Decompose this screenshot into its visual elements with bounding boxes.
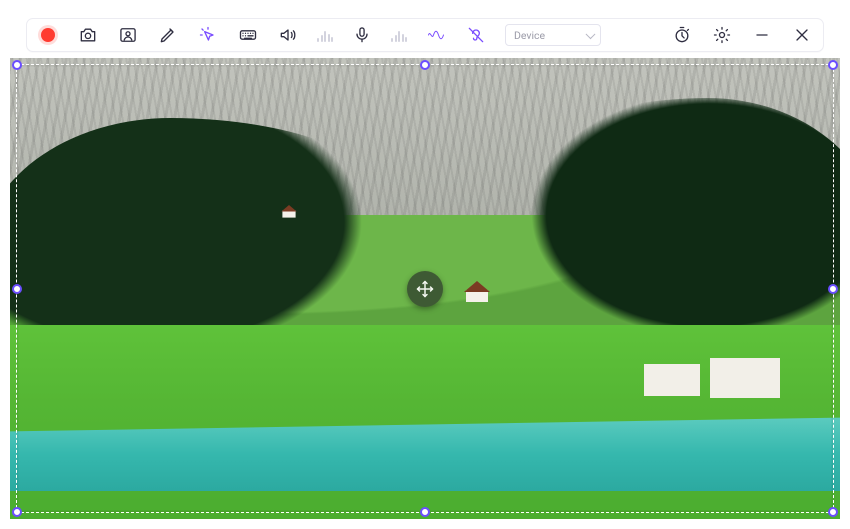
- cursor-highlight-button[interactable]: [197, 24, 219, 46]
- move-icon: [415, 279, 435, 299]
- settings-button[interactable]: [711, 24, 733, 46]
- audio-source-value: Device: [514, 29, 545, 42]
- screenshot-button[interactable]: [77, 24, 99, 46]
- minimize-button[interactable]: [751, 24, 773, 46]
- resize-handle-tr[interactable]: [828, 60, 838, 70]
- resize-handle-bm[interactable]: [420, 507, 430, 517]
- keystroke-button[interactable]: [237, 24, 259, 46]
- stopwatch-icon: [672, 25, 692, 45]
- resize-handle-tm[interactable]: [420, 60, 430, 70]
- cursor-click-icon: [198, 25, 218, 45]
- noise-cancel-button[interactable]: [465, 24, 487, 46]
- camera-icon: [78, 25, 98, 45]
- capture-stage: [10, 58, 840, 519]
- capture-selection[interactable]: [16, 64, 834, 513]
- webcam-button[interactable]: [117, 24, 139, 46]
- close-button[interactable]: [791, 24, 813, 46]
- mic-level-icon: [391, 28, 407, 42]
- resize-handle-mr[interactable]: [828, 284, 838, 294]
- ear-off-icon: [466, 25, 486, 45]
- timer-button[interactable]: [671, 24, 693, 46]
- draw-button[interactable]: [157, 24, 179, 46]
- captured-content: [10, 58, 840, 519]
- audio-enhance-button[interactable]: [425, 24, 447, 46]
- gear-icon: [712, 25, 732, 45]
- person-frame-icon: [118, 25, 138, 45]
- pencil-icon: [158, 25, 178, 45]
- toolbar: Device: [26, 18, 824, 52]
- audio-source-select[interactable]: Device: [505, 24, 601, 46]
- microphone-icon: [352, 25, 372, 45]
- resize-handle-tl[interactable]: [12, 60, 22, 70]
- record-button[interactable]: [37, 24, 59, 46]
- system-sound-level-icon: [317, 28, 333, 42]
- move-handle[interactable]: [407, 271, 443, 307]
- minimize-icon: [752, 25, 772, 45]
- resize-handle-br[interactable]: [828, 507, 838, 517]
- close-icon: [792, 25, 812, 45]
- record-icon: [41, 28, 55, 42]
- soundwave-icon: [426, 25, 446, 45]
- speaker-icon: [278, 25, 298, 45]
- keyboard-icon: [238, 25, 258, 45]
- microphone-button[interactable]: [351, 24, 373, 46]
- system-sound-button[interactable]: [277, 24, 299, 46]
- resize-handle-bl[interactable]: [12, 507, 22, 517]
- resize-handle-ml[interactable]: [12, 284, 22, 294]
